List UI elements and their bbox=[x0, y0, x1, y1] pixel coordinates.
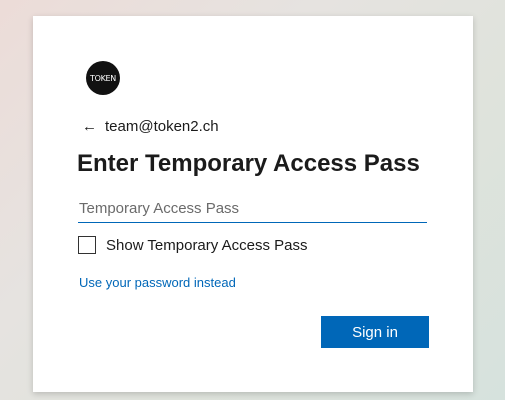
signin-card: TOKEN ← team@token2.ch Enter Temporary A… bbox=[33, 16, 473, 392]
back-arrow-icon[interactable]: ← bbox=[82, 118, 97, 135]
identity-email: team@token2.ch bbox=[105, 117, 219, 135]
page-title: Enter Temporary Access Pass bbox=[77, 150, 420, 177]
temporary-access-pass-input[interactable] bbox=[78, 194, 427, 223]
sign-in-button[interactable]: Sign in bbox=[321, 316, 429, 348]
use-password-link[interactable]: Use your password instead bbox=[79, 275, 236, 290]
show-pass-checkbox-row[interactable]: Show Temporary Access Pass bbox=[78, 236, 307, 254]
logo-text: TOKEN bbox=[90, 73, 116, 83]
token2-logo: TOKEN bbox=[86, 61, 120, 95]
show-pass-label[interactable]: Show Temporary Access Pass bbox=[106, 237, 307, 254]
show-pass-checkbox[interactable] bbox=[78, 236, 96, 254]
identity-banner: ← team@token2.ch bbox=[82, 116, 219, 136]
